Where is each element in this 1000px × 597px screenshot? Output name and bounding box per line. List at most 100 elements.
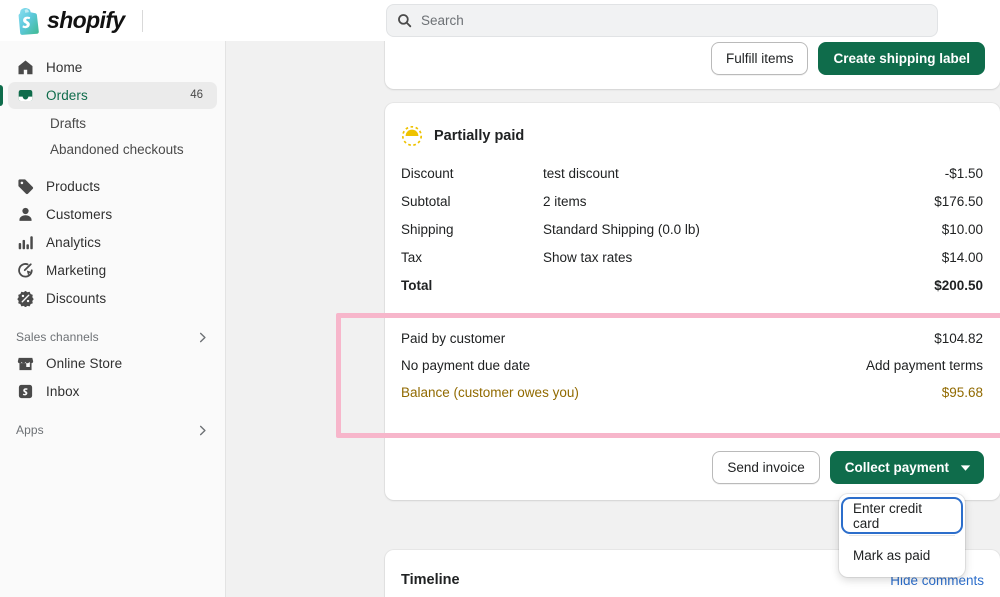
summary-detail-shipping: Standard Shipping (0.0 lb) [543, 222, 700, 237]
dropdown-item-mark-as-paid[interactable]: Mark as paid [843, 539, 961, 572]
payment-status-label: Partially paid [434, 128, 525, 144]
timeline-title: Timeline [401, 572, 460, 588]
sidebar-item-label-analytics: Analytics [46, 235, 101, 250]
fulfillment-card: Fulfill items Create shipping label [385, 41, 1000, 89]
balance-table: Paid by customer $104.82 No payment due … [385, 331, 1000, 412]
balance-label-paid-by-customer: Paid by customer [401, 331, 506, 346]
summary-amount-discount: -$1.50 [944, 166, 983, 181]
summary-row-total: Total $200.50 [401, 278, 983, 308]
search-input[interactable]: Search [386, 4, 938, 37]
sidebar-item-label-customers: Customers [46, 207, 113, 222]
chevron-right-icon[interactable] [196, 331, 209, 344]
collect-payment-dropdown: Enter credit card Mark as paid [839, 494, 965, 577]
collect-payment-label: Collect payment [844, 460, 949, 475]
tag-icon [16, 177, 35, 196]
payment-card-divider [401, 316, 984, 317]
sidebar-item-orders[interactable]: Orders 46 [0, 82, 217, 109]
sidebar-item-label-marketing: Marketing [46, 263, 107, 278]
collect-payment-button[interactable]: Collect payment [829, 451, 984, 484]
search-icon [398, 14, 412, 28]
sidebar-item-label-home: Home [46, 60, 83, 75]
sidebar-item-customers[interactable]: Customers [8, 201, 217, 228]
sidebar-item-online-store[interactable]: Online Store [8, 350, 217, 377]
sidebar-section-apps[interactable]: Apps [8, 417, 217, 443]
summary-label-subtotal: Subtotal [401, 194, 451, 209]
discount-badge-icon [16, 289, 35, 308]
show-tax-rates-link[interactable]: Show tax rates [543, 250, 942, 265]
sidebar-section-sales-channels[interactable]: Sales channels [8, 324, 217, 350]
balance-label-customer-owes: Balance (customer owes you) [401, 385, 579, 400]
orders-count-badge: 46 [183, 87, 210, 104]
sidebar-item-label-online-store: Online Store [46, 356, 123, 371]
summary-detail-subtotal: 2 items [543, 194, 587, 209]
balance-value-paid-by-customer: $104.82 [934, 331, 983, 346]
dropdown-separator [849, 535, 955, 536]
sidebar: Home Orders 46 Drafts Abandoned checkout… [0, 41, 226, 597]
brand-wordmark: shopify [47, 7, 125, 33]
megaphone-target-icon [16, 261, 35, 280]
sidebar-item-label-products: Products [46, 179, 101, 194]
add-payment-terms-link[interactable]: Add payment terms [866, 358, 983, 373]
summary-amount-total: $200.50 [934, 278, 983, 293]
sidebar-item-inbox[interactable]: Inbox [8, 378, 217, 405]
send-invoice-button[interactable]: Send invoice [712, 451, 820, 484]
order-summary-table: Discount test discount -$1.50 Subtotal 2… [385, 166, 1000, 308]
summary-row-tax: Tax Show tax rates $14.00 [401, 250, 983, 278]
chevron-right-icon-apps[interactable] [196, 424, 209, 437]
sidebar-item-drafts[interactable]: Drafts [8, 110, 217, 136]
sidebar-item-analytics[interactable]: Analytics [8, 229, 217, 256]
sidebar-item-products[interactable]: Products [8, 173, 217, 200]
fulfill-items-button[interactable]: Fulfill items [710, 42, 809, 75]
balance-label-payment-due-date: No payment due date [401, 358, 531, 373]
summary-amount-tax: $14.00 [941, 250, 983, 265]
inbox-app-icon [16, 382, 35, 401]
orders-inbox-icon [16, 86, 35, 105]
global-search[interactable]: Search [386, 4, 938, 37]
payment-summary-card: Partially paid Discount test discount -$… [385, 103, 1000, 500]
summary-label-total: Total [401, 278, 433, 293]
bar-chart-icon [16, 233, 35, 252]
caret-down-icon[interactable] [960, 460, 971, 475]
sidebar-item-home[interactable]: Home [8, 54, 217, 81]
sidebar-item-discounts[interactable]: Discounts [8, 285, 217, 312]
balance-row-paid-by-customer: Paid by customer $104.82 [401, 331, 983, 358]
sidebar-section-label-sales-channels: Sales channels [16, 330, 99, 344]
payment-actions: Send invoice Collect payment [712, 451, 984, 484]
sidebar-item-label-drafts: Drafts [50, 115, 87, 131]
summary-row-shipping: Shipping Standard Shipping (0.0 lb) $10.… [401, 222, 983, 250]
sidebar-item-label-inbox: Inbox [46, 384, 80, 399]
sidebar-item-abandoned-checkouts[interactable]: Abandoned checkouts [8, 136, 217, 162]
top-bar: shopify Search [0, 0, 1000, 41]
summary-detail-discount: test discount [543, 166, 619, 181]
payment-status: Partially paid [385, 103, 1000, 147]
sidebar-item-label-abandoned-checkouts: Abandoned checkouts [50, 141, 184, 157]
dropdown-item-enter-credit-card[interactable]: Enter credit card [843, 499, 961, 532]
summary-amount-subtotal: $176.50 [934, 194, 983, 209]
summary-label-shipping: Shipping [401, 222, 454, 237]
create-shipping-label-button[interactable]: Create shipping label [818, 42, 985, 75]
fulfillment-actions: Fulfill items Create shipping label [710, 42, 985, 75]
sidebar-item-label-orders: Orders [46, 88, 88, 103]
shopify-bag-logo [18, 7, 39, 35]
summary-row-subtotal: Subtotal 2 items $176.50 [401, 194, 983, 222]
sidebar-section-label-apps: Apps [16, 423, 44, 437]
person-icon [16, 205, 35, 224]
home-icon [16, 58, 35, 77]
summary-label-discount: Discount [401, 166, 454, 181]
partially-paid-icon [401, 125, 423, 147]
balance-row-payment-due-date: No payment due date Add payment terms [401, 358, 983, 385]
storefront-icon [16, 354, 35, 373]
summary-row-discount: Discount test discount -$1.50 [401, 166, 983, 194]
balance-row-customer-owes: Balance (customer owes you) $95.68 [401, 385, 983, 412]
balance-value-customer-owes: $95.68 [941, 385, 983, 400]
shopify-brand[interactable]: shopify [0, 0, 226, 41]
shopify-admin-window: shopify Search Home Orders 46 Drafts Aba… [0, 0, 1000, 597]
summary-label-tax: Tax [401, 250, 423, 265]
search-placeholder: Search [421, 13, 464, 28]
brand-divider [141, 9, 143, 32]
sidebar-item-label-discounts: Discounts [46, 291, 107, 306]
sidebar-item-marketing[interactable]: Marketing [8, 257, 217, 284]
